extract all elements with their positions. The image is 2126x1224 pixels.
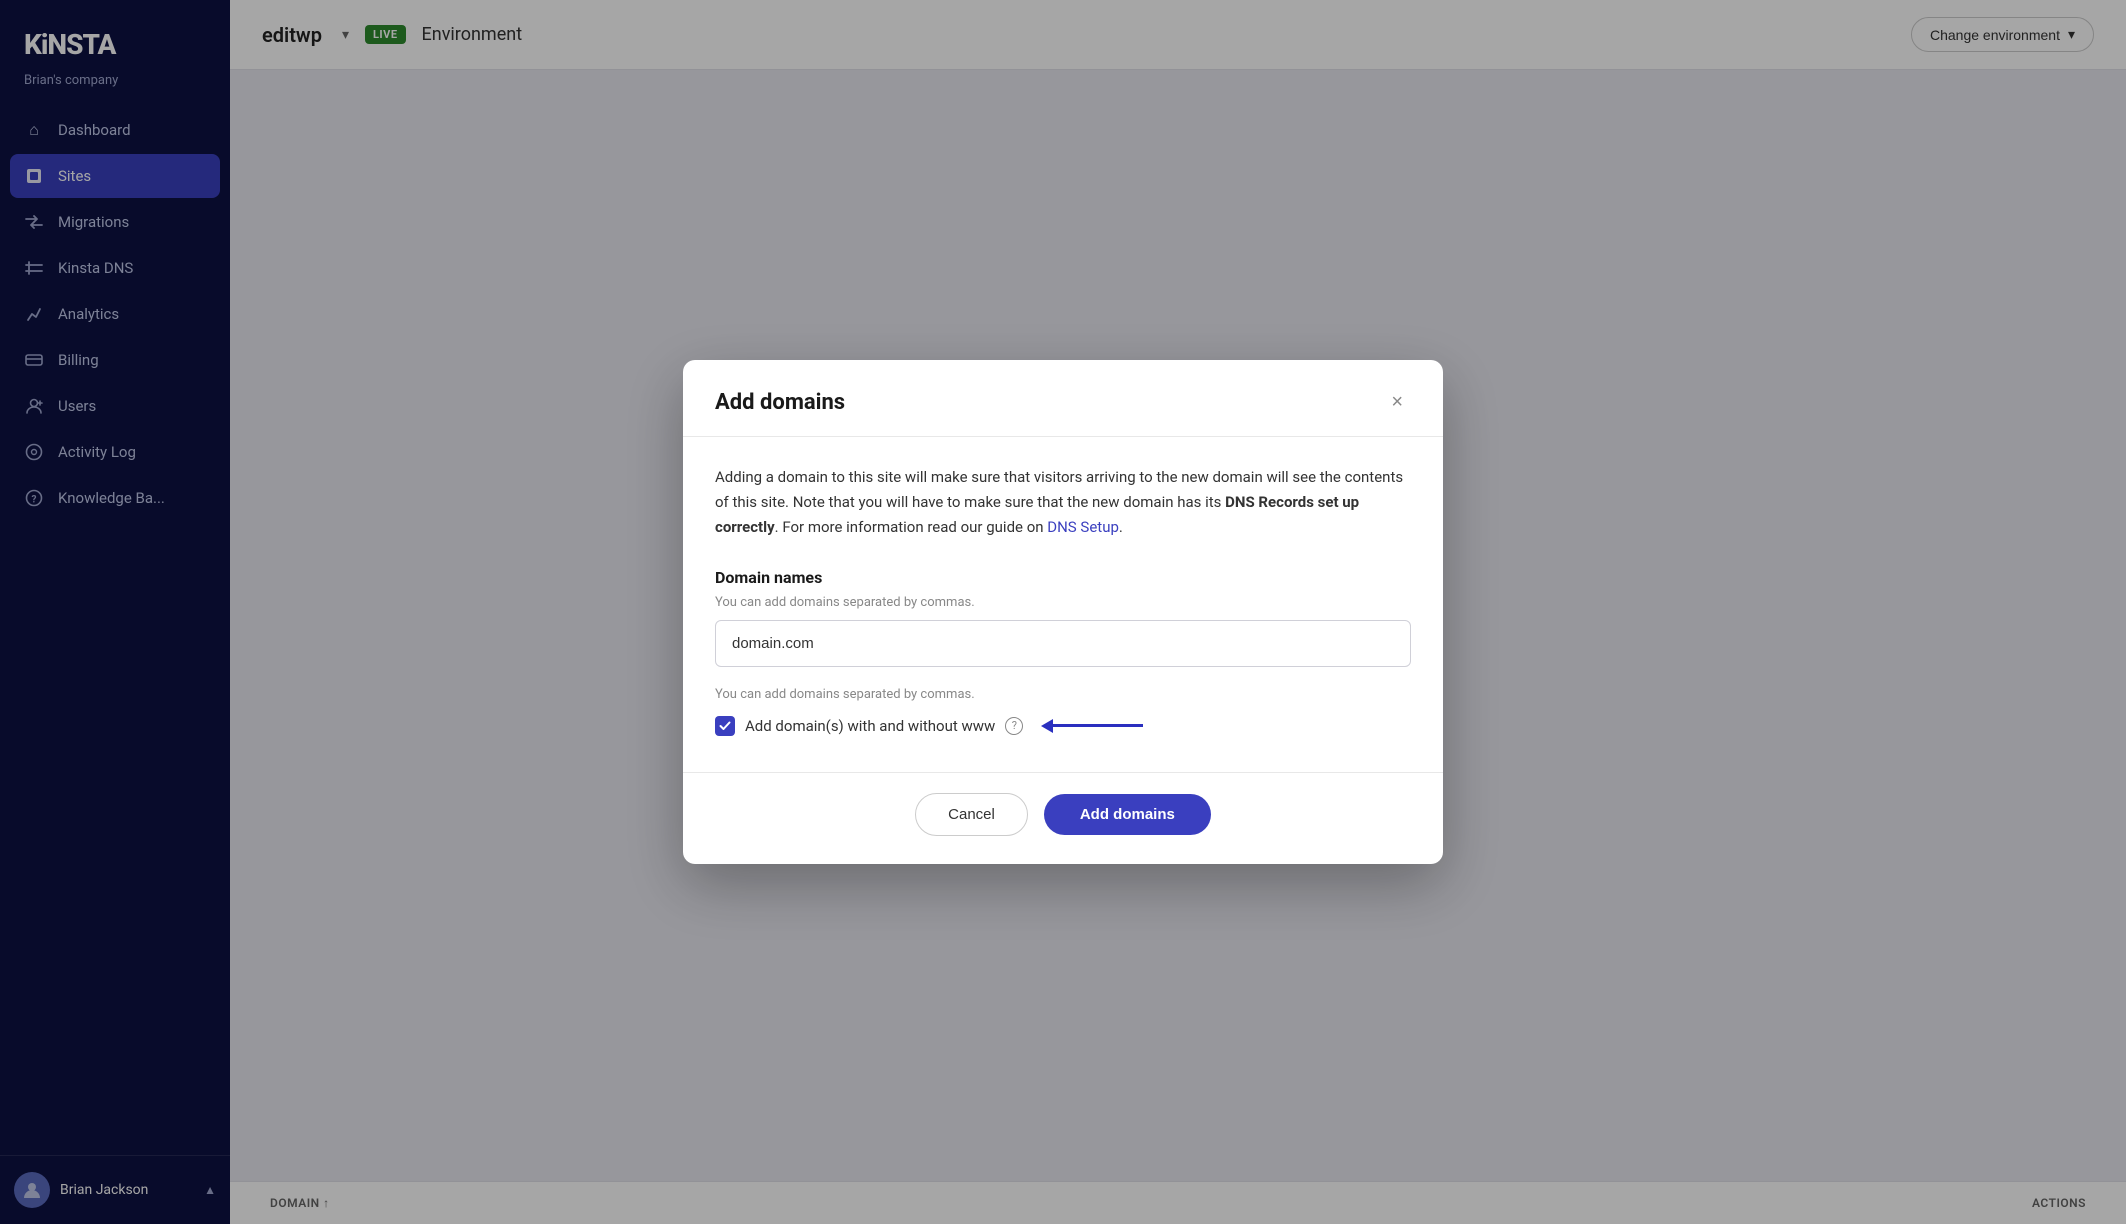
modal-description: Adding a domain to this site will make s… bbox=[715, 465, 1411, 539]
modal-overlay[interactable]: Add domains × Adding a domain to this si… bbox=[0, 0, 2126, 1224]
dns-setup-link[interactable]: DNS Setup bbox=[1047, 518, 1119, 536]
modal-footer: Cancel Add domains bbox=[683, 772, 1443, 864]
www-checkbox-label: Add domain(s) with and without www bbox=[745, 717, 995, 735]
modal-title: Add domains bbox=[715, 390, 845, 415]
input-hint-1: You can add domains separated by commas. bbox=[715, 595, 1411, 610]
close-button[interactable]: × bbox=[1383, 388, 1411, 416]
input-hint-2: You can add domains separated by commas. bbox=[715, 687, 1411, 702]
add-domains-modal: Add domains × Adding a domain to this si… bbox=[683, 360, 1443, 863]
www-checkbox[interactable] bbox=[715, 716, 735, 736]
help-icon[interactable]: ? bbox=[1005, 717, 1023, 735]
add-domains-button[interactable]: Add domains bbox=[1044, 794, 1211, 835]
domain-input[interactable] bbox=[715, 620, 1411, 667]
arrow-annotation bbox=[1041, 719, 1143, 733]
modal-body: Adding a domain to this site will make s… bbox=[683, 437, 1443, 771]
www-checkbox-row: Add domain(s) with and without www ? bbox=[715, 716, 1411, 736]
modal-header: Add domains × bbox=[683, 360, 1443, 437]
arrow-line bbox=[1053, 724, 1143, 727]
cancel-button[interactable]: Cancel bbox=[915, 793, 1028, 836]
domain-names-label: Domain names bbox=[715, 568, 1411, 587]
arrow-head-icon bbox=[1041, 719, 1053, 733]
